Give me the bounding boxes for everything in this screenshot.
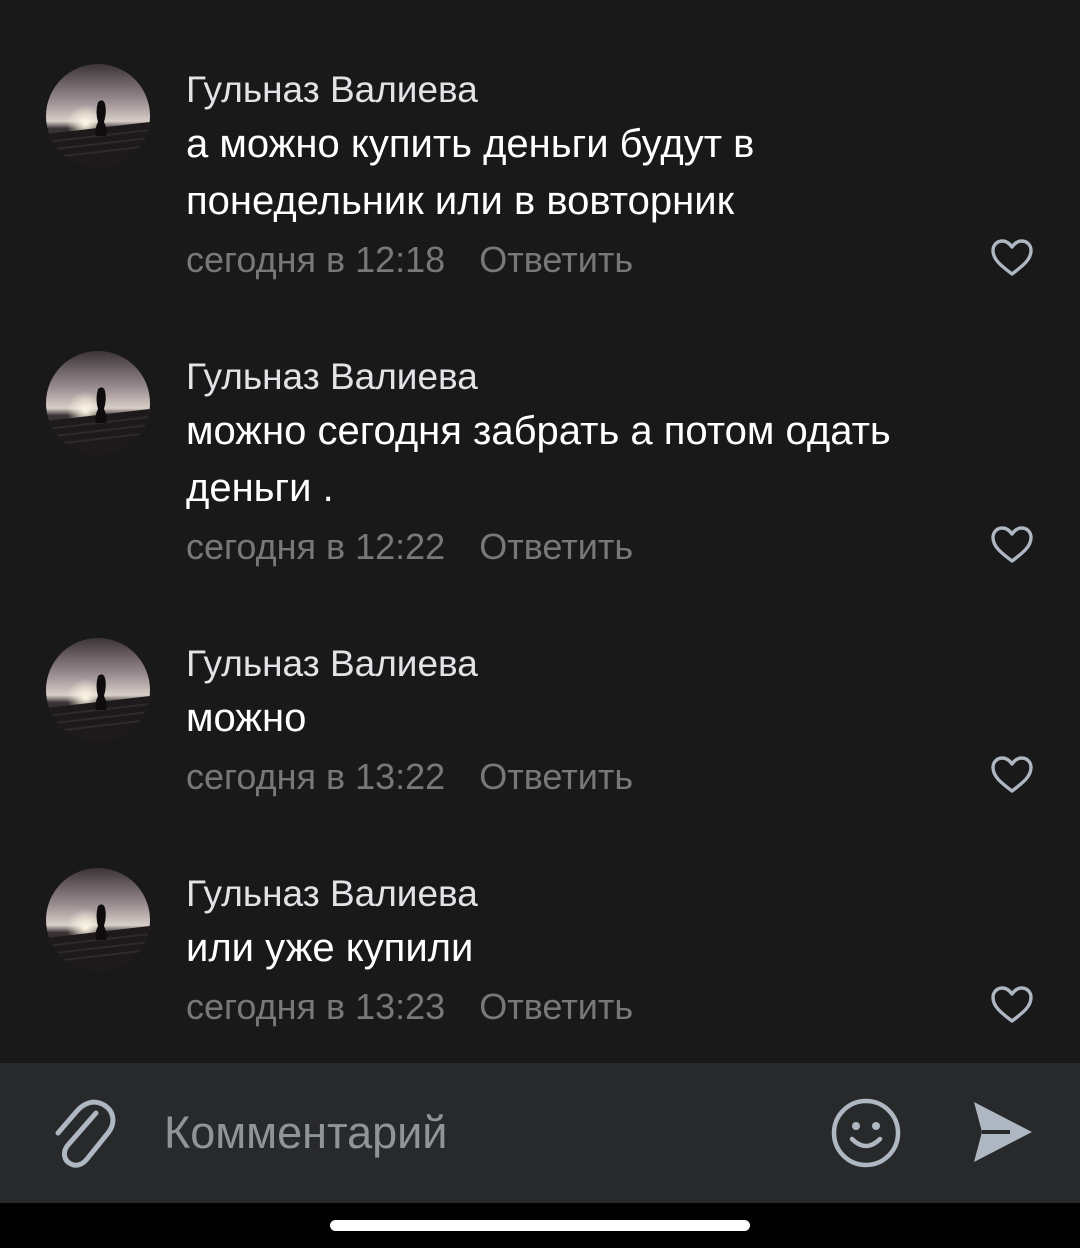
heart-outline-icon[interactable] [990,238,1034,278]
comment-meta: сегодня в 12:22 Ответить [186,523,986,571]
comment-time: сегодня в 12:18 [186,239,446,280]
comment-text-line: а можно купить деньги будут в [186,122,755,166]
avatar[interactable] [46,638,150,742]
comment-body: Гульназ Валиева а можно купить деньги бу… [186,66,986,284]
comment-text-line: деньги . [186,466,334,510]
comment-text: можно сегодня забрать а потом одать день… [186,403,986,517]
comment-text-line: можно [186,696,307,740]
comment-meta: сегодня в 13:22 Ответить [186,753,986,801]
reply-button[interactable]: Ответить [479,756,633,797]
heart-outline-icon[interactable] [990,525,1034,565]
comment-text-line: понедельник или в вовторник [186,179,735,223]
comment-body: Гульназ Валиева можно сегодня в 13:22 Отв… [186,640,986,801]
comment-text: или уже купили [186,920,986,977]
home-indicator[interactable] [330,1220,750,1231]
comment-meta: сегодня в 12:18 Ответить [186,236,986,284]
comment-meta: сегодня в 13:23 Ответить [186,983,986,1031]
comment-text: можно [186,690,986,747]
send-icon[interactable] [970,1099,1034,1165]
system-navigation-bar [0,1203,1080,1248]
comment-body: Гульназ Валиева или уже купили сегодня в… [186,870,986,1031]
smiley-icon[interactable] [830,1097,902,1169]
comment-time: сегодня в 12:22 [186,526,446,567]
comment-time: сегодня в 13:22 [186,756,446,797]
comment-author[interactable]: Гульназ Валиева [186,66,986,114]
heart-outline-icon[interactable] [990,755,1034,795]
reply-button[interactable]: Ответить [479,239,633,280]
comment-text-line: можно сегодня забрать а потом одать [186,409,891,453]
reply-button[interactable]: Ответить [479,986,633,1027]
comment-text: а можно купить деньги будут в понедельни… [186,116,986,230]
reply-button[interactable]: Ответить [479,526,633,567]
heart-outline-icon[interactable] [990,985,1034,1025]
comment-author[interactable]: Гульназ Валиева [186,870,986,918]
avatar[interactable] [46,351,150,455]
paperclip-icon[interactable] [46,1091,118,1175]
comments-screen: Гульназ Валиева а можно купить деньги бу… [0,0,1080,1248]
comment-input[interactable] [164,1101,784,1165]
comment-author[interactable]: Гульназ Валиева [186,353,986,401]
comment-composer [0,1063,1080,1203]
avatar[interactable] [46,868,150,972]
comment-text-line: или уже купили [186,926,474,970]
comment-body: Гульназ Валиева можно сегодня забрать а … [186,353,986,571]
comment-author[interactable]: Гульназ Валиева [186,640,986,688]
comment-time: сегодня в 13:23 [186,986,446,1027]
avatar[interactable] [46,64,150,168]
comments-list: Гульназ Валиева а можно купить деньги бу… [0,0,1080,1063]
